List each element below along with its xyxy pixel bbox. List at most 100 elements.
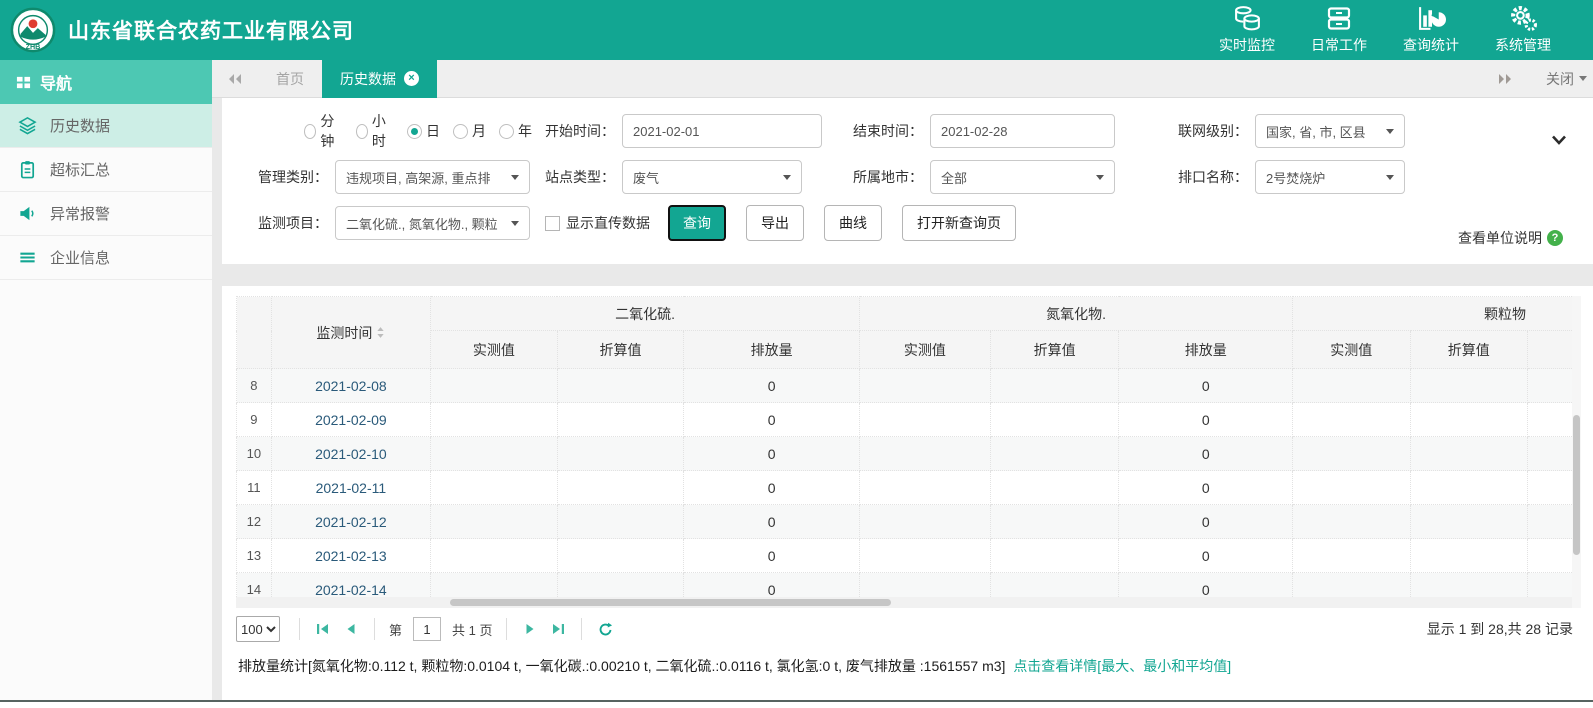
table-row: 122021-02-1200: [237, 505, 1582, 539]
stats-text: 排放量统计[氮氧化物:0.112 t, 颗粒物:0.0104 t, 一氧化碳.:…: [238, 658, 1005, 674]
time-column-header[interactable]: 监测时间: [271, 297, 430, 369]
col-header[interactable]: 排放量: [1119, 331, 1293, 369]
collapse-filter-chevron-icon[interactable]: [1551, 132, 1567, 150]
period-radio-5[interactable]: 年: [499, 121, 532, 141]
new-query-page-button[interactable]: 打开新查询页: [902, 205, 1016, 241]
tab-label: 历史数据: [340, 69, 396, 89]
sort-icon[interactable]: [376, 326, 385, 339]
clipboard-icon: [18, 160, 37, 179]
table-row: 132021-02-1300: [237, 539, 1582, 573]
page-number-input[interactable]: [413, 617, 441, 641]
tab-home[interactable]: 首页: [258, 60, 322, 98]
layers-icon: [18, 116, 37, 135]
data-cell: [990, 471, 1119, 505]
row-date-link[interactable]: 2021-02-13: [271, 539, 430, 573]
scrollbar-thumb[interactable]: [450, 599, 891, 606]
chevron-down-icon: [1386, 129, 1394, 134]
data-cell: 0: [684, 403, 860, 437]
outlet-select[interactable]: 2号焚烧炉: [1255, 160, 1405, 194]
period-radio-3[interactable]: 日: [407, 121, 440, 141]
end-time-input[interactable]: [930, 114, 1115, 148]
city-select[interactable]: 全部: [930, 160, 1115, 194]
menu-system-management[interactable]: 系统管理: [1495, 5, 1551, 55]
row-date-link[interactable]: 2021-02-11: [271, 471, 430, 505]
row-date-link[interactable]: 2021-02-08: [271, 369, 430, 403]
sidebar-item-exceedance-summary[interactable]: 超标汇总: [0, 148, 212, 192]
row-date-link[interactable]: 2021-02-09: [271, 403, 430, 437]
chevron-down-icon: [511, 175, 519, 180]
start-time-input[interactable]: [622, 114, 822, 148]
table-row: 82021-02-0800: [237, 369, 1582, 403]
curve-button[interactable]: 曲线: [824, 205, 882, 241]
prev-page-button[interactable]: [337, 623, 365, 635]
menu-daily-work[interactable]: 日常工作: [1311, 5, 1367, 55]
first-page-button[interactable]: [309, 623, 337, 635]
menu-query-statistics[interactable]: 查询统计: [1403, 5, 1459, 55]
col-header[interactable]: 折算值: [990, 331, 1119, 369]
data-cell: 0: [1119, 437, 1293, 471]
panel-gap: [222, 264, 1593, 286]
tab-history-data[interactable]: 历史数据: [322, 60, 437, 98]
sidebar-item-enterprise-info[interactable]: 企业信息: [0, 236, 212, 280]
chevron-down-icon: [1096, 175, 1104, 180]
view-details-link[interactable]: 点击查看详情[最大、最小和平均值]: [1013, 658, 1231, 674]
monitor-items-select[interactable]: 二氧化硫., 氮氧化物., 颗粒: [335, 206, 530, 240]
data-cell: [860, 369, 991, 403]
manage-type-select[interactable]: 违规项目, 高架源, 重点排: [335, 160, 530, 194]
chevron-down-icon: [1386, 175, 1394, 180]
pagination-bar: 100 第 共 1 页: [236, 611, 1581, 647]
app-window: ZHB 山东省联合农药工业有限公司 实时监控 日常: [0, 0, 1593, 708]
data-cell: 0: [1119, 369, 1293, 403]
close-tabs-menu[interactable]: 关闭: [1546, 69, 1587, 89]
refresh-button[interactable]: [591, 622, 620, 637]
col-header[interactable]: 排放量: [684, 331, 860, 369]
help-icon[interactable]: [1547, 230, 1563, 246]
direct-data-checkbox[interactable]: [545, 216, 560, 231]
sidebar-item-history-data[interactable]: 历史数据: [0, 104, 212, 148]
period-radio-4[interactable]: 月: [453, 121, 486, 141]
sidebar-item-label: 超标汇总: [50, 159, 110, 180]
last-page-button[interactable]: [544, 623, 572, 635]
menu-label: 日常工作: [1311, 35, 1367, 55]
col-header[interactable]: 实测值: [431, 331, 558, 369]
page-total-label: 共 1 页: [452, 620, 492, 639]
vertical-scrollbar[interactable]: [1572, 296, 1581, 608]
gears-icon: [1509, 5, 1537, 32]
col-header[interactable]: 实测值: [860, 331, 991, 369]
tab-scroll-left-icon[interactable]: [212, 73, 258, 85]
query-button[interactable]: 查询: [668, 205, 726, 241]
period-radio-1[interactable]: 分钟: [304, 111, 343, 151]
data-cell: [990, 539, 1119, 573]
col-header[interactable]: 实测值: [1293, 331, 1410, 369]
period-radio-2[interactable]: 小时: [356, 111, 395, 151]
data-cell: [431, 505, 558, 539]
page-size-select[interactable]: 100: [236, 616, 280, 642]
radio-icon: [356, 124, 368, 139]
tab-close-icon[interactable]: [404, 71, 419, 86]
row-number: 10: [237, 437, 272, 471]
col-header[interactable]: 折算值: [1410, 331, 1527, 369]
tab-scroll-right-icon[interactable]: [1482, 73, 1528, 85]
window-bottom-strip: [0, 702, 1593, 708]
row-date-link[interactable]: 2021-02-10: [271, 437, 430, 471]
page-prefix-label: 第: [389, 620, 402, 639]
menu-realtime-monitor[interactable]: 实时监控: [1219, 5, 1275, 55]
sidebar-item-abnormal-alarm[interactable]: 异常报警: [0, 192, 212, 236]
row-date-link[interactable]: 2021-02-12: [271, 505, 430, 539]
scrollbar-thumb[interactable]: [1573, 415, 1580, 555]
unit-description-link[interactable]: 查看单位说明: [1458, 228, 1563, 248]
horizontal-scrollbar[interactable]: [236, 597, 1572, 608]
network-level-select[interactable]: 国家, 省, 市, 区县: [1255, 114, 1405, 148]
col-header[interactable]: 折算值: [557, 331, 684, 369]
data-cell: [860, 403, 991, 437]
group-header-so2: 二氧化硫.: [431, 297, 860, 331]
next-page-button[interactable]: [516, 623, 544, 635]
data-cell: [1410, 539, 1527, 573]
export-button[interactable]: 导出: [746, 205, 804, 241]
sidebar: 导航 历史数据 超标汇总: [0, 60, 212, 708]
site-type-select[interactable]: 废气: [622, 160, 802, 194]
data-cell: [1293, 539, 1410, 573]
data-cell: [1293, 403, 1410, 437]
data-cell: [431, 403, 558, 437]
data-cell: [1293, 369, 1410, 403]
